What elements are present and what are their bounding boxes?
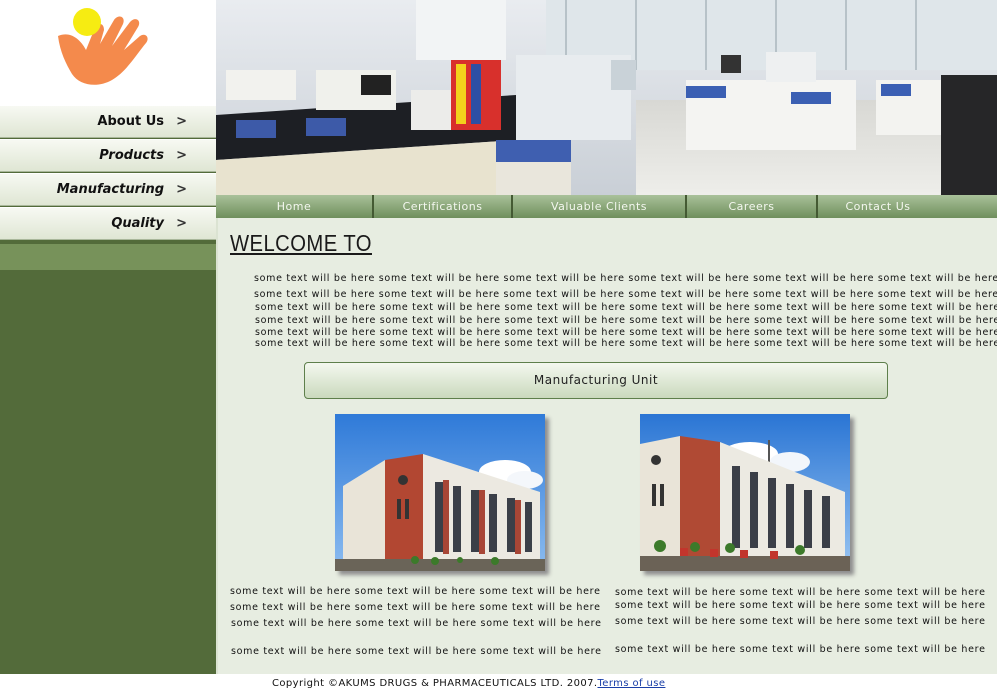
nav-valuable-clients[interactable]: Valuable Clients (513, 195, 685, 218)
sidebar-divider-strip (0, 244, 216, 270)
chevron-right-icon: > (176, 114, 187, 129)
intro-text-line: some text will be here some text will be… (255, 327, 997, 338)
nav-careers[interactable]: Careers (687, 195, 816, 218)
left-text-line: some text will be here some text will be… (230, 602, 601, 613)
footer: Copyright ©AKUMS DRUGS & PHARMACEUTICALS… (0, 674, 997, 696)
right-text-line: some text will be here some text will be… (615, 600, 986, 611)
section-title: Manufacturing Unit (533, 373, 659, 387)
chevron-right-icon: > (176, 182, 187, 197)
left-text-line: some text will be here some text will be… (231, 618, 602, 629)
top-nav-bar: Home Certifications Valuable Clients Car… (216, 195, 997, 218)
factory-building-photo (335, 414, 545, 571)
sidebar-item-label: Quality (111, 216, 164, 231)
sidebar-item-label: Manufacturing (56, 182, 164, 197)
left-text-line: some text will be here some text will be… (230, 586, 601, 597)
intro-text-line: some text will be here some text will be… (255, 315, 997, 326)
copyright-line: Copyright ©AKUMS DRUGS & PHARMACEUTICALS… (272, 678, 665, 689)
nav-certifications[interactable]: Certifications (374, 195, 511, 218)
header-banner-image (216, 0, 997, 195)
sidebar-item-products[interactable]: Products > (0, 139, 216, 172)
nav-home[interactable]: Home (216, 195, 372, 218)
intro-text-line: some text will be here some text will be… (254, 289, 997, 300)
sidebar-item-manufacturing[interactable]: Manufacturing > (0, 173, 216, 206)
sidebar-item-quality[interactable]: Quality > (0, 207, 216, 240)
logo-area (0, 0, 216, 105)
intro-text-line: some text will be here some text will be… (255, 302, 997, 313)
copyright-text: Copyright ©AKUMS DRUGS & PHARMACEUTICALS… (272, 678, 598, 689)
chevron-right-icon: > (176, 216, 187, 231)
factory-building-photo (640, 414, 850, 571)
company-logo[interactable] (0, 0, 216, 105)
section-header-box: Manufacturing Unit (304, 362, 888, 399)
sidebar-item-label: Products (99, 148, 164, 163)
terms-of-use-link[interactable]: Terms of use (597, 678, 665, 689)
chevron-right-icon: > (176, 148, 187, 163)
intro-text-line: some text will be here some text will be… (255, 338, 997, 349)
intro-text-line: some text will be here some text will be… (254, 273, 997, 284)
welcome-heading: WELCOME TO (230, 230, 372, 256)
nav-contact-us[interactable]: Contact Us (818, 195, 938, 218)
right-text-line: some text will be here some text will be… (615, 587, 986, 598)
right-text-line: some text will be here some text will be… (615, 616, 986, 627)
main-content: WELCOME TO some text will be here some t… (216, 218, 997, 674)
right-text-line: some text will be here some text will be… (615, 644, 986, 655)
sidebar-item-about-us[interactable]: About Us > (0, 105, 216, 138)
sidebar-item-label: About Us (97, 114, 164, 129)
left-text-line: some text will be here some text will be… (231, 646, 602, 657)
sidebar: About Us > Products > Manufacturing > Qu… (0, 0, 216, 674)
